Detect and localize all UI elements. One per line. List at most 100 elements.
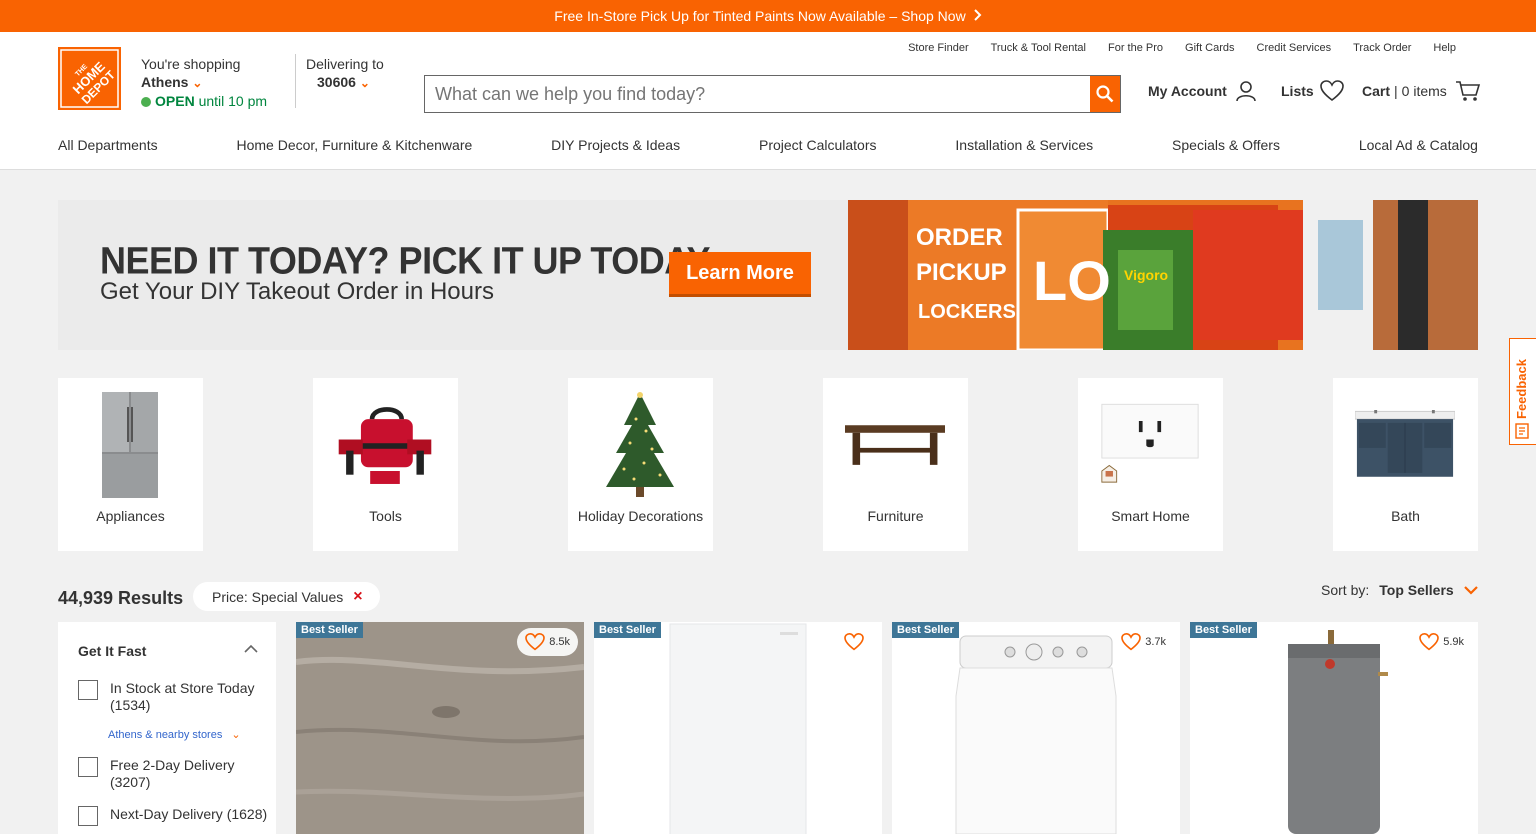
nav-all-departments[interactable]: All Departments [58, 137, 158, 153]
category-tile-tools[interactable]: Tools [313, 378, 458, 551]
heart-icon [844, 633, 864, 651]
tool-kit-image [335, 390, 435, 502]
dining-table-image [845, 390, 945, 502]
sort-label: Sort by: [1321, 582, 1370, 598]
category-label: Smart Home [1111, 508, 1190, 524]
heart-icon [1319, 80, 1344, 102]
search-icon [1096, 85, 1114, 103]
cart-icon [1455, 81, 1480, 101]
best-seller-badge: Best Seller [1190, 622, 1257, 638]
store-open-status: OPEN [155, 93, 195, 109]
nav-home-decor[interactable]: Home Decor, Furniture & Kitchenware [237, 137, 473, 153]
checkbox[interactable] [78, 680, 98, 700]
delivery-zip: 30606 [317, 74, 356, 90]
util-link-truck-tool-rental[interactable]: Truck & Tool Rental [991, 42, 1086, 54]
checkbox[interactable] [78, 757, 98, 777]
favorite-button[interactable]: 5.9k [1411, 628, 1472, 656]
learn-more-button[interactable]: Learn More [669, 252, 811, 297]
smart-outlet-image [1100, 390, 1200, 502]
my-account-label: My Account [1148, 83, 1227, 99]
hero-banner[interactable]: NEED IT TODAY? PICK IT UP TODAY. Get You… [58, 200, 1478, 350]
cart-button[interactable]: Cart | 0 items [1362, 80, 1481, 102]
chevron-down-icon: ⌄ [359, 76, 370, 90]
filter-sidebar: Get It Fast In Stock at Store Today (153… [58, 622, 276, 834]
nav-specials-offers[interactable]: Specials & Offers [1172, 137, 1280, 153]
chevron-down-icon: ⌄ [231, 729, 241, 741]
main-navigation: All Departments Home Decor, Furniture & … [58, 137, 1478, 153]
chevron-right-icon [973, 8, 982, 24]
nav-project-calculators[interactable]: Project Calculators [759, 137, 877, 153]
chevron-up-icon[interactable] [244, 640, 258, 656]
favorite-button[interactable] [836, 628, 876, 656]
locker-text-pickup: PICKUP [916, 259, 1007, 286]
sort-dropdown[interactable]: Sort by: Top Sellers [1321, 582, 1478, 598]
category-tiles: Appliances Tools Holiday Decorations Fur… [58, 378, 1478, 551]
home-depot-logo[interactable]: THE HOME DEPOT [58, 47, 121, 110]
chevron-down-icon [1463, 586, 1478, 595]
category-label: Holiday Decorations [577, 508, 704, 524]
delivery-label: Delivering to [306, 56, 384, 72]
product-card[interactable]: Best Seller 3.7k [892, 622, 1180, 834]
category-label: Appliances [96, 508, 165, 524]
product-card[interactable]: Best Seller 5.9k [1190, 622, 1478, 834]
util-link-help[interactable]: Help [1433, 42, 1456, 54]
filter-option-next-day-delivery[interactable]: Next-Day Delivery (1628) [78, 806, 278, 834]
category-tile-furniture[interactable]: Furniture [823, 378, 968, 551]
product-image-freezer [594, 622, 882, 834]
search-input[interactable] [425, 76, 1089, 112]
checkbox[interactable] [78, 806, 98, 826]
filter-option-in-stock[interactable]: In Stock at Store Today (1534) [78, 680, 278, 720]
my-account-button[interactable]: My Account [1148, 80, 1257, 102]
best-seller-badge: Best Seller [892, 622, 959, 638]
chevron-down-icon: ⌄ [192, 76, 203, 90]
store-selector[interactable]: You're shopping Athens ⌄ OPEN until 10 p… [141, 55, 267, 110]
promo-banner[interactable]: Free In-Store Pick Up for Tinted Paints … [0, 0, 1536, 32]
favorite-count: 5.9k [1443, 636, 1464, 648]
feedback-label: Feedback [1514, 359, 1529, 419]
nav-installation-services[interactable]: Installation & Services [955, 137, 1093, 153]
pickup-locker-image: ORDER PICKUP LOCKERS LO Vigoro [848, 200, 1478, 350]
category-tile-holiday-decorations[interactable]: Holiday Decorations [568, 378, 713, 551]
filter-option-2-day-delivery[interactable]: Free 2-Day Delivery (3207) [78, 757, 278, 797]
cart-separator: | [1394, 83, 1398, 99]
cart-label: Cart [1362, 83, 1391, 99]
util-link-gift-cards[interactable]: Gift Cards [1185, 42, 1235, 54]
heart-icon [1121, 633, 1142, 651]
nav-local-ad-catalog[interactable]: Local Ad & Catalog [1359, 137, 1478, 153]
product-card[interactable]: Best Seller 8.5k [296, 622, 584, 834]
hero-subheadline: Get Your DIY Takeout Order in Hours [100, 278, 494, 305]
cart-item-count: 0 items [1401, 83, 1447, 99]
nav-diy-projects[interactable]: DIY Projects & Ideas [551, 137, 680, 153]
category-tile-smart-home[interactable]: Smart Home [1078, 378, 1223, 551]
feedback-icon [1515, 423, 1529, 439]
hero-headline: NEED IT TODAY? PICK IT UP TODAY. [100, 238, 716, 282]
favorite-button[interactable]: 8.5k [517, 628, 578, 656]
divider [295, 54, 296, 108]
product-card[interactable]: Best Seller [594, 622, 882, 834]
nearby-stores-label: Athens & nearby stores [108, 729, 223, 741]
filter-group-title: Get It Fast [78, 643, 147, 659]
store-hours: until 10 pm [194, 93, 268, 109]
category-tile-appliances[interactable]: Appliances [58, 378, 203, 551]
locker-text-lockers: LOCKERS [918, 301, 1016, 323]
util-link-track-order[interactable]: Track Order [1353, 42, 1411, 54]
active-filter-chip[interactable]: Price: Special Values × [193, 582, 380, 611]
locker-text-lo: LO [1033, 249, 1111, 312]
close-icon[interactable]: × [353, 588, 362, 606]
util-link-for-the-pro[interactable]: For the Pro [1108, 42, 1163, 54]
search-button[interactable] [1090, 76, 1120, 112]
sort-value: Top Sellers [1379, 582, 1454, 598]
filter-option-label: Free 2-Day Delivery (3207) [110, 757, 235, 790]
bag-brand-text: Vigoro [1124, 267, 1168, 283]
nearby-stores-link[interactable]: Athens & nearby stores ⌄ [108, 728, 241, 741]
filter-label: Price: Special Values [212, 588, 344, 605]
feedback-tab[interactable]: Feedback [1509, 338, 1536, 445]
delivery-zip-selector[interactable]: Delivering to 30606 ⌄ [306, 55, 384, 92]
util-link-store-finder[interactable]: Store Finder [908, 42, 969, 54]
christmas-tree-image [590, 390, 690, 502]
favorite-button[interactable]: 3.7k [1113, 628, 1174, 656]
lists-button[interactable]: Lists [1281, 80, 1344, 102]
lists-label: Lists [1281, 83, 1314, 99]
util-link-credit-services[interactable]: Credit Services [1257, 42, 1332, 54]
category-tile-bath[interactable]: Bath [1333, 378, 1478, 551]
